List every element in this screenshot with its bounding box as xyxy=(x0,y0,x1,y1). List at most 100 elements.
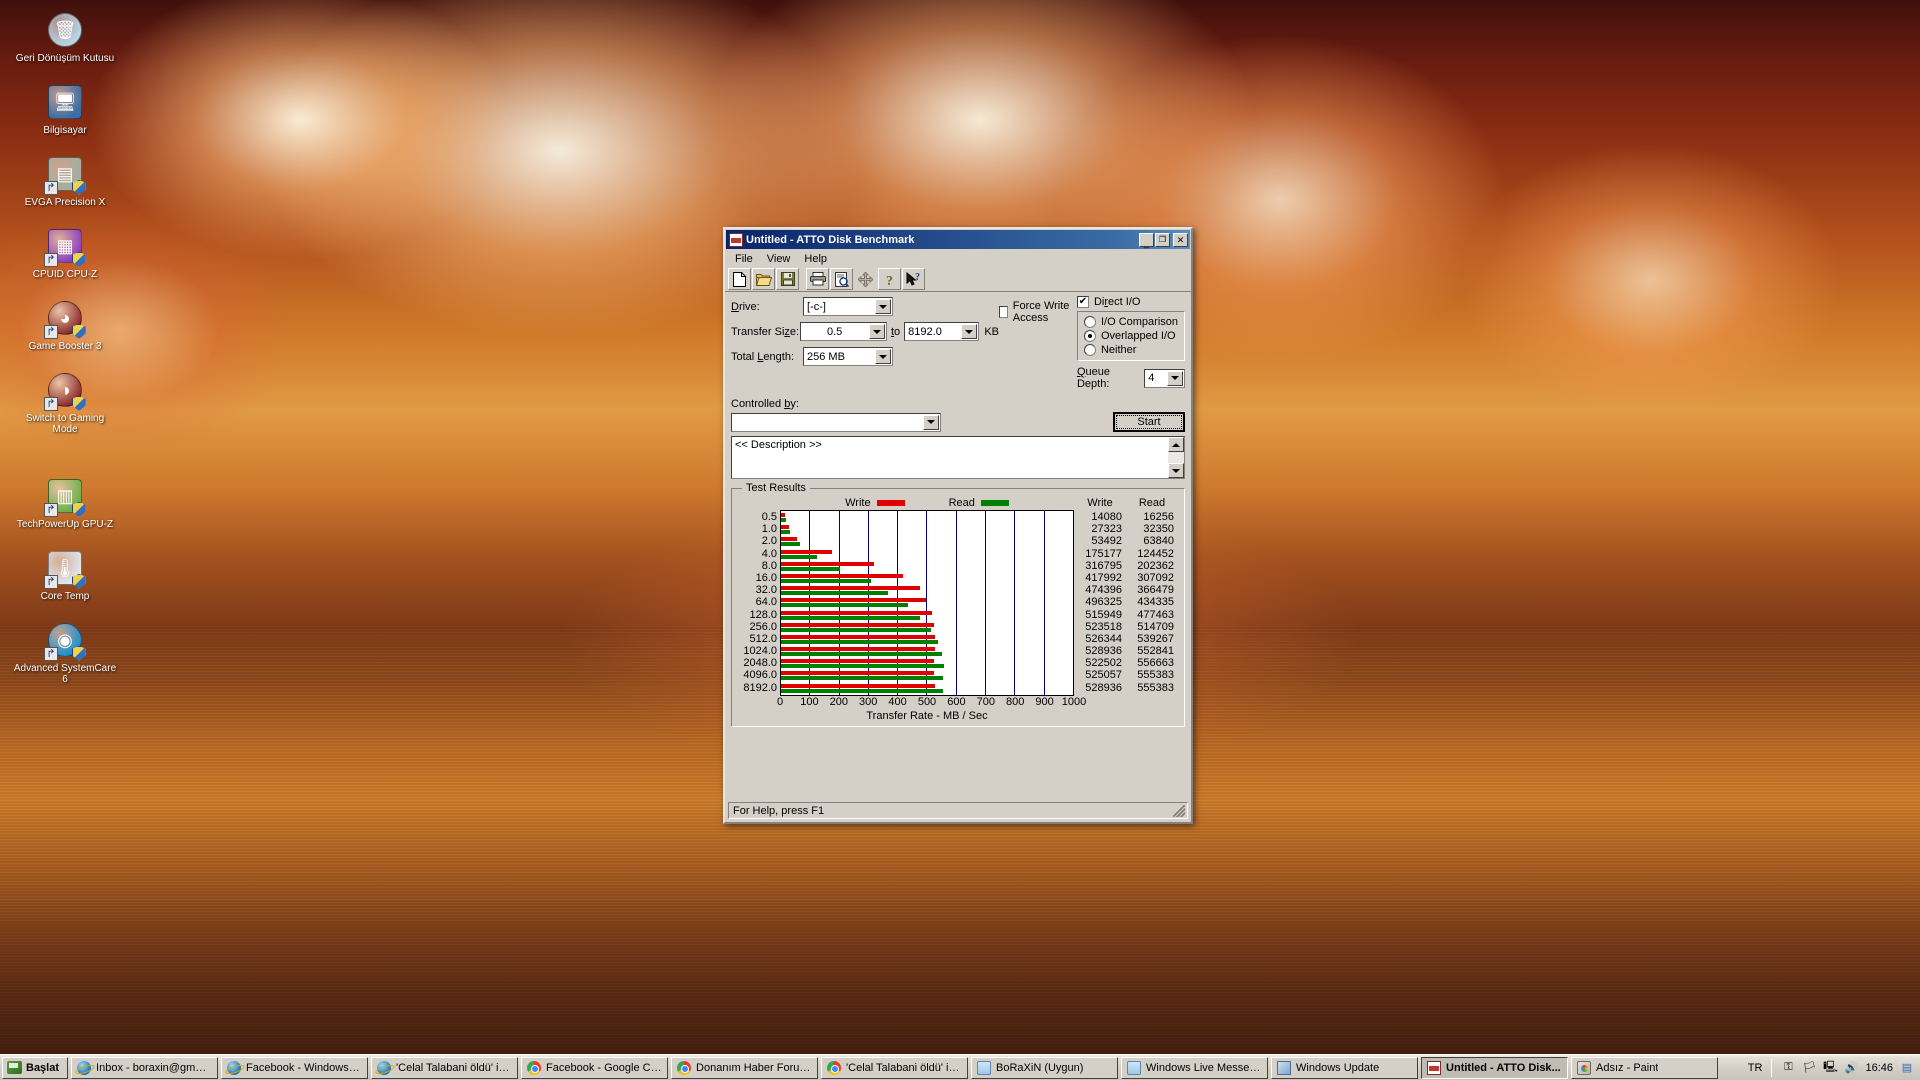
atto-disk-benchmark-window[interactable]: Untitled - ATTO Disk Benchmark _ ❐ ✕ Fil… xyxy=(723,227,1193,824)
chevron-down-icon[interactable] xyxy=(961,324,978,339)
x-tick-label: 0 xyxy=(776,695,784,708)
queue-depth-select[interactable]: 4 xyxy=(1144,368,1185,388)
y-tick-label: 512.0 xyxy=(749,632,777,645)
y-tick-label: 1024.0 xyxy=(743,645,777,658)
scroll-up-icon[interactable] xyxy=(1168,437,1184,452)
chevron-down-icon[interactable] xyxy=(875,349,891,364)
chevron-down-icon[interactable] xyxy=(875,299,891,314)
taskbar-task[interactable]: Untitled - ATTO Disk... xyxy=(1421,1056,1569,1079)
volume-icon[interactable]: 🔊 xyxy=(1844,1061,1859,1075)
print-icon[interactable] xyxy=(806,268,829,290)
read-value: 434335 xyxy=(1137,596,1174,609)
desktop-icon-advanced-systemcare-6[interactable]: ◉ ↱ Advanced SystemCare 6 xyxy=(10,620,120,685)
new-icon[interactable] xyxy=(728,268,751,290)
transfer-size-from-select[interactable]: 0.5 xyxy=(800,322,887,341)
chevron-down-icon[interactable] xyxy=(1167,370,1183,386)
read-value: 555383 xyxy=(1137,669,1174,682)
chart-y-axis-labels: 0.5 1.0 2.0 4.0 8.0 16.0 32.0 64.0 128.0 256.0 512… xyxy=(738,510,780,696)
resize-grip[interactable] xyxy=(1173,805,1185,817)
menu-item-view[interactable]: View xyxy=(760,252,798,266)
close-button[interactable]: ✕ xyxy=(1173,232,1188,247)
description-scrollbar[interactable] xyxy=(1168,437,1184,478)
shortcut-arrow-icon: ↱ xyxy=(44,325,58,339)
context-help-icon[interactable]: ? xyxy=(902,268,925,290)
window-titlebar[interactable]: Untitled - ATTO Disk Benchmark _ ❐ ✕ xyxy=(726,230,1190,249)
controlled-by-select[interactable] xyxy=(731,412,941,432)
window-controls[interactable]: _ ❐ ✕ xyxy=(1139,232,1188,248)
force-write-access-checkbox[interactable]: Force Write Access xyxy=(999,300,1077,324)
desktop-icon-switch-to-gaming-mode[interactable]: ◑ ↱ Switch to Gaming Mode xyxy=(10,370,120,435)
start-button[interactable]: Start xyxy=(1113,412,1185,432)
column-header-write: Write xyxy=(1087,496,1113,509)
desktop-icon-core-temp[interactable]: 🌡 ↱ Core Temp xyxy=(10,548,120,602)
language-indicator[interactable]: TR xyxy=(1748,1062,1763,1074)
print-preview-icon[interactable] xyxy=(830,268,853,290)
clock[interactable]: 16:46 xyxy=(1865,1062,1893,1074)
menu-item-file[interactable]: File xyxy=(728,252,760,266)
desktop-icon-evga-precision-x[interactable]: ▤ ↱ EVGA Precision X xyxy=(10,154,120,208)
write-bar xyxy=(781,659,934,664)
taskbar-task[interactable]: Windows Update xyxy=(1271,1056,1419,1079)
network-icon[interactable]: 🏳 xyxy=(1802,1061,1816,1075)
read-value: 552841 xyxy=(1137,645,1174,658)
move-icon[interactable] xyxy=(854,268,877,290)
about-icon[interactable]: ? xyxy=(878,268,901,290)
radio-button[interactable] xyxy=(1083,316,1096,328)
read-bar xyxy=(781,542,800,547)
taskbar-task[interactable]: Facebook - Windows I... xyxy=(221,1056,369,1079)
safely-remove-icon[interactable]: ⚿ xyxy=(1781,1061,1795,1075)
desktop-icon-label: EVGA Precision X xyxy=(24,197,106,208)
taskbar-task[interactable]: Adsız - Paint xyxy=(1571,1056,1719,1079)
chevron-down-icon[interactable] xyxy=(923,414,939,430)
desktop-icon-cpuid-cpu-z[interactable]: ▦ ↱ CPUID CPU-Z xyxy=(10,226,120,280)
start-button[interactable]: Başlat xyxy=(2,1056,69,1079)
minimize-button[interactable]: _ xyxy=(1139,232,1154,248)
description-text[interactable]: << Description >> xyxy=(732,437,1168,478)
taskbar-task[interactable]: Windows Live Messenger xyxy=(1121,1056,1269,1079)
radio-overlapped-io[interactable]: Overlapped I/O xyxy=(1083,330,1178,342)
radio-neither[interactable]: Neither xyxy=(1083,344,1178,356)
system-tray[interactable]: TR ⚿ 🏳 🖳 🔊 16:46 ▤ xyxy=(1744,1057,1920,1079)
menu-bar[interactable]: File View Help xyxy=(725,250,1191,267)
total-length-select[interactable]: 256 MB xyxy=(803,347,893,366)
taskbar-task[interactable]: BoRaXiN (Uygun) xyxy=(971,1056,1119,1079)
desktop-icon-recycle-bin[interactable]: 🗑 Geri Dönüşüm Kutusu xyxy=(10,10,120,64)
taskbar-task[interactable]: 'Celal Talabani öldü' idd... xyxy=(821,1056,969,1079)
transfer-size-to-select[interactable]: 8192.0 xyxy=(904,322,980,341)
scroll-track[interactable] xyxy=(1168,452,1184,463)
desktop-icon-techpowerup-gpu-z[interactable]: ▥ ↱ TechPowerUp GPU-Z xyxy=(10,476,120,530)
taskbar-task[interactable]: 'Celal Talabani öldü' idd... xyxy=(371,1056,519,1079)
taskbar-task-list[interactable]: Inbox - boraxin@gmail... Facebook - Windo… xyxy=(71,1056,1721,1079)
desktop-icon-computer[interactable]: 🖥 Bilgisayar xyxy=(10,82,120,136)
taskbar-task[interactable]: Donanım Haber Forum ... xyxy=(671,1056,819,1079)
monitor-icon[interactable]: 🖳 xyxy=(1823,1061,1838,1075)
description-box[interactable]: << Description >> xyxy=(731,436,1185,479)
radio-button[interactable] xyxy=(1083,344,1096,356)
taskbar-task-label: Donanım Haber Forum ... xyxy=(696,1061,813,1074)
taskbar[interactable]: Başlat Inbox - boraxin@gmail... Facebook … xyxy=(0,1054,1920,1080)
chart-row xyxy=(781,573,1073,585)
radio-button[interactable] xyxy=(1083,330,1096,342)
open-icon[interactable] xyxy=(752,268,775,290)
taskbar-task-label: 'Celal Talabani öldü' idd... xyxy=(846,1061,963,1074)
uac-shield-icon xyxy=(72,324,86,339)
maximize-button[interactable]: ❐ xyxy=(1155,232,1170,247)
scroll-down-icon[interactable] xyxy=(1168,463,1184,478)
internet-explorer-icon xyxy=(377,1060,392,1075)
toolbar[interactable]: ? ? xyxy=(725,267,1191,292)
show-desktop-icon[interactable]: ▤ xyxy=(1900,1061,1914,1075)
taskbar-task[interactable]: Inbox - boraxin@gmail... xyxy=(71,1056,219,1079)
desktop-icon-game-booster-3[interactable]: ◕ ↱ Game Booster 3 xyxy=(10,298,120,352)
windows-flag-icon xyxy=(7,1061,22,1074)
direct-io-checkbox[interactable]: ✔ Direct I/O xyxy=(1076,296,1185,308)
chevron-down-icon[interactable] xyxy=(868,324,885,339)
checkbox-box[interactable]: ✔ xyxy=(1076,296,1089,308)
drive-select[interactable]: [-c-] xyxy=(803,297,893,316)
radio-io-comparison[interactable]: I/O Comparison xyxy=(1083,316,1178,328)
taskbar-task[interactable]: Facebook - Google Chr... xyxy=(521,1056,669,1079)
chart-row xyxy=(781,536,1073,548)
checkbox-box[interactable] xyxy=(999,306,1008,318)
menu-item-help[interactable]: Help xyxy=(797,252,834,266)
save-icon[interactable] xyxy=(776,268,799,290)
messenger-icon xyxy=(977,1060,992,1075)
